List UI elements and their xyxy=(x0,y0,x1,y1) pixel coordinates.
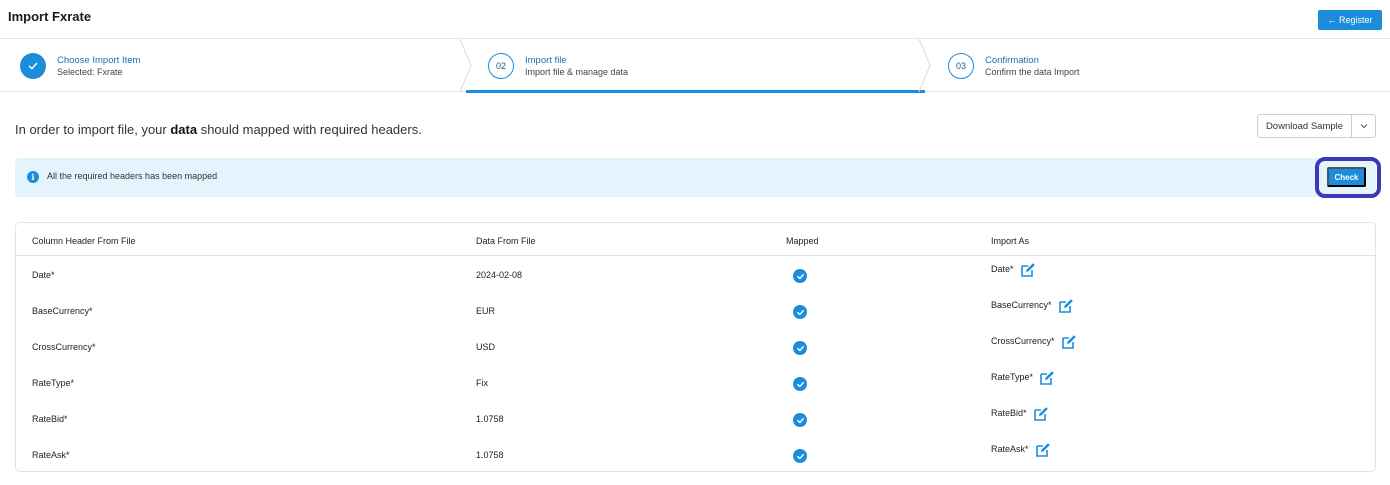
step-number: 03 xyxy=(948,53,974,79)
chevron-down-icon xyxy=(1360,124,1367,129)
column-header-cell: RateAsk* xyxy=(32,450,70,460)
step-subtitle: Selected: Fxrate xyxy=(57,67,123,77)
data-cell: 1.0758 xyxy=(476,450,504,460)
mapped-check-icon xyxy=(793,269,807,283)
import-as-cell: RateAsk* xyxy=(991,442,1051,458)
import-as-cell: RateBid* xyxy=(991,406,1049,422)
column-header-cell: Date* xyxy=(32,270,55,280)
table-row: CrossCurrency* USD CrossCurrency* xyxy=(16,328,1375,364)
step-subtitle: Confirm the data Import xyxy=(985,67,1080,77)
step-confirmation[interactable]: 03 Confirmation Confirm the data Import xyxy=(925,39,1390,92)
mapped-check-icon xyxy=(793,413,807,427)
step-title: Import file xyxy=(525,55,567,66)
mapping-instructions: In order to import file, your data shoul… xyxy=(15,122,422,137)
step-number: 02 xyxy=(488,53,514,79)
data-cell: USD xyxy=(476,342,496,352)
import-as-cell: CrossCurrency* xyxy=(991,334,1077,350)
check-icon xyxy=(20,53,46,79)
import-as-cell: BaseCurrency* xyxy=(991,298,1074,314)
import-as-label: BaseCurrency* xyxy=(991,300,1052,310)
edit-icon[interactable] xyxy=(1033,406,1049,422)
check-button[interactable]: Check xyxy=(1327,167,1366,187)
download-sample-group: Download Sample xyxy=(1257,114,1376,138)
alert-message: All the required headers has been mapped xyxy=(47,171,218,181)
edit-icon[interactable] xyxy=(1061,334,1077,350)
step-title: Confirmation xyxy=(985,55,1039,66)
column-header-cell: CrossCurrency* xyxy=(32,342,96,352)
import-as-label: RateAsk* xyxy=(991,444,1029,454)
info-icon: i xyxy=(27,171,39,183)
import-as-header: Import As xyxy=(991,236,1030,246)
mapped-check-icon xyxy=(793,341,807,355)
step-title: Choose Import Item xyxy=(57,55,141,66)
import-as-label: Date* xyxy=(991,264,1014,274)
import-as-label: RateType* xyxy=(991,372,1034,382)
column-header-from-file-header: Column Header From File xyxy=(32,236,136,246)
data-cell: 2024-02-08 xyxy=(476,270,523,280)
data-from-file-header: Data From File xyxy=(476,236,536,246)
mapped-header: Mapped xyxy=(786,236,819,246)
step-subtitle: Import file & manage data xyxy=(525,67,629,77)
mapping-status-alert: i All the required headers has been mapp… xyxy=(15,158,1376,197)
edit-icon[interactable] xyxy=(1058,298,1074,314)
step-choose-import-item[interactable]: Choose Import Item Selected: Fxrate xyxy=(0,39,466,92)
column-header-cell: RateBid* xyxy=(32,414,68,424)
import-as-label: CrossCurrency* xyxy=(991,336,1055,346)
mapping-table: Column Header From File Data From File M… xyxy=(15,222,1376,472)
active-step-indicator xyxy=(466,90,925,93)
mapped-check-icon xyxy=(793,377,807,391)
data-cell: Fix xyxy=(476,378,488,388)
import-stepper: Choose Import Item Selected: Fxrate 02 I… xyxy=(0,38,1390,93)
table-row: RateBid* 1.0758 RateBid* xyxy=(16,400,1375,436)
column-header-cell: BaseCurrency* xyxy=(32,306,93,316)
edit-icon[interactable] xyxy=(1020,262,1036,278)
table-row: RateType* Fix RateType* xyxy=(16,364,1375,400)
download-sample-button[interactable]: Download Sample xyxy=(1258,115,1352,137)
data-cell: 1.0758 xyxy=(476,414,504,424)
mapped-check-icon xyxy=(793,305,807,319)
edit-icon[interactable] xyxy=(1035,442,1051,458)
download-options-toggle[interactable] xyxy=(1352,115,1375,137)
mapped-check-icon xyxy=(793,449,807,463)
register-button[interactable]: ← Register xyxy=(1318,10,1382,30)
table-row: Date* 2024-02-08 Date* xyxy=(16,256,1375,292)
page-title: Import Fxrate xyxy=(8,9,92,24)
column-header-cell: RateType* xyxy=(32,378,75,388)
table-row: BaseCurrency* EUR BaseCurrency* xyxy=(16,292,1375,328)
edit-icon[interactable] xyxy=(1039,370,1055,386)
top-bar: Import Fxrate ← Register xyxy=(0,0,1390,38)
import-as-cell: Date* xyxy=(991,262,1036,278)
data-cell: EUR xyxy=(476,306,496,316)
import-as-cell: RateType* xyxy=(991,370,1055,386)
import-as-label: RateBid* xyxy=(991,408,1027,418)
step-import-file[interactable]: 02 Import file Import file & manage data xyxy=(466,39,925,92)
table-row: RateAsk* 1.0758 RateAsk* xyxy=(16,436,1375,472)
